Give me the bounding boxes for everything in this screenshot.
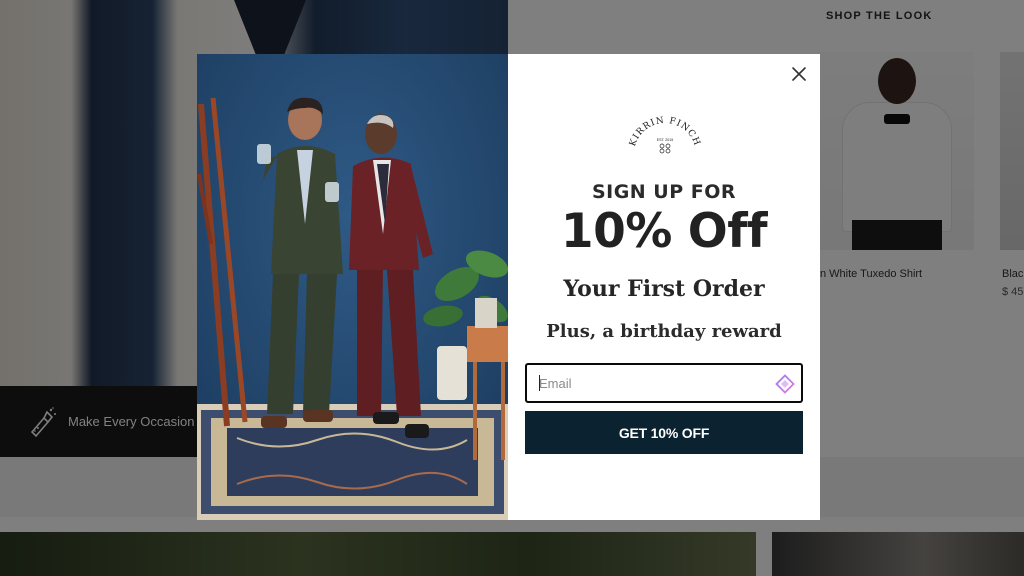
- email-input[interactable]: [527, 365, 801, 401]
- signup-form: KIRRIN FINCH EST. 2015 SIGN UP FOR 10% O…: [508, 54, 820, 520]
- popup-photo: [197, 54, 508, 520]
- two-people-photo: [197, 54, 508, 520]
- brand-logo: KIRRIN FINCH EST. 2015: [628, 116, 702, 154]
- text-caret: [539, 375, 540, 391]
- headline-first-order: Your First Order: [563, 276, 765, 302]
- get-discount-button[interactable]: GET 10% OFF: [525, 411, 803, 454]
- headline-birthday-reward: Plus, a birthday reward: [546, 321, 782, 342]
- signup-popup: KIRRIN FINCH EST. 2015 SIGN UP FOR 10% O…: [197, 54, 820, 520]
- password-manager-icon[interactable]: [775, 374, 795, 394]
- brand-established: EST. 2015: [657, 138, 674, 142]
- close-icon[interactable]: [790, 65, 808, 83]
- email-field[interactable]: [525, 363, 803, 403]
- headline-sign-up: SIGN UP FOR: [591, 181, 737, 203]
- headline-discount: 10% Off: [560, 204, 768, 259]
- brand-name: KIRRIN FINCH: [628, 116, 702, 148]
